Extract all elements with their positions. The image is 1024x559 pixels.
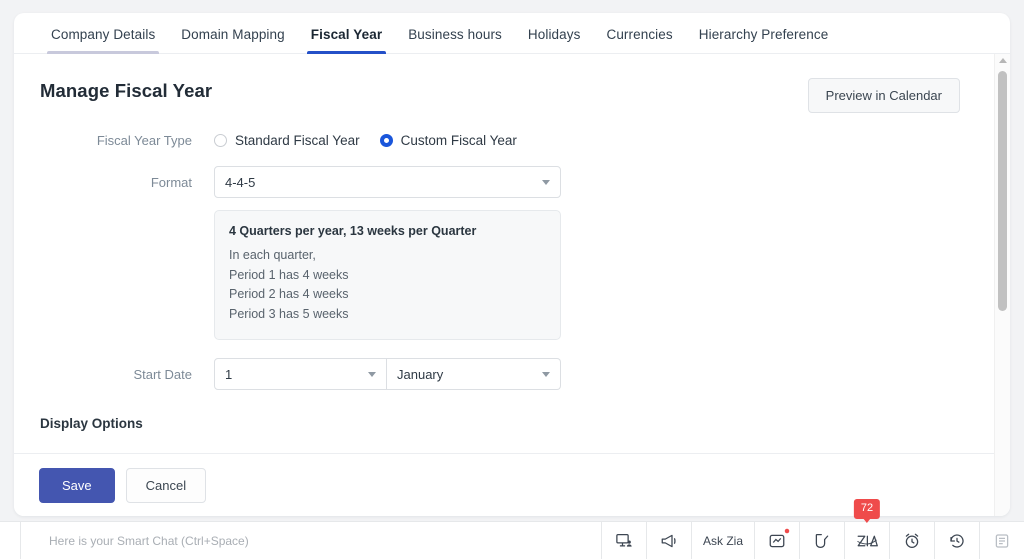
format-row: Format 4-4-5 (40, 166, 980, 198)
page-header: Manage Fiscal Year Preview in Calendar (40, 78, 980, 113)
archive-box-icon[interactable] (979, 522, 1024, 559)
radio-option-standard-fiscal-year[interactable]: Standard Fiscal Year (214, 133, 360, 148)
radio-circle-icon[interactable] (214, 134, 227, 147)
info-panel-line: Period 3 has 5 weeks (229, 306, 349, 321)
format-label: Format (150, 174, 192, 190)
tab-business-hours[interactable]: Business hours (395, 27, 515, 53)
start-date-day-value: 1 (225, 366, 233, 382)
preview-in-calendar-button[interactable]: Preview in Calendar (807, 78, 960, 113)
tab-hierarchy-preference[interactable]: Hierarchy Preference (686, 27, 842, 53)
format-info-wrap: 4 Quarters per year, 13 weeks per Quarte… (40, 210, 980, 340)
save-button[interactable]: Save (39, 467, 115, 503)
start-date-day-select[interactable]: 1 (214, 358, 387, 390)
tab-label: Business hours (408, 27, 502, 42)
radio-label: Custom Fiscal Year (400, 133, 517, 148)
ask-zia-button[interactable]: Ask Zia (691, 522, 754, 559)
tab-fiscal-year[interactable]: Fiscal Year (298, 27, 395, 54)
chevron-down-icon (542, 180, 550, 185)
display-options-title: Display Options (40, 416, 143, 431)
radio-label: Standard Fiscal Year (235, 133, 360, 148)
tab-label: Company Details (51, 27, 156, 42)
format-select[interactable]: 4-4-5 (214, 166, 561, 198)
tab-holidays[interactable]: Holidays (515, 27, 594, 53)
info-panel-title: 4 Quarters per year, 13 weeks per Quarte… (229, 224, 477, 238)
fiscal-year-type-radio-group: Standard Fiscal Year Custom Fiscal Year (214, 133, 537, 148)
start-date-month-value: January (397, 366, 444, 382)
scrollbar-thumb[interactable] (998, 71, 1007, 311)
tab-company-details[interactable]: Company Details (38, 27, 168, 54)
settings-tabs: Company Details Domain Mapping Fiscal Ye… (14, 13, 1010, 54)
notification-dot-icon (784, 528, 790, 534)
fiscal-year-form: Fiscal Year Type Standard Fiscal Year Cu… (40, 133, 980, 431)
zia-badge-count: 72 (853, 499, 881, 523)
settings-scroll-area: Manage Fiscal Year Preview in Calendar F… (14, 54, 1010, 452)
scroll-up-arrow-icon[interactable] (998, 58, 1007, 63)
tab-domain-mapping[interactable]: Domain Mapping (168, 27, 297, 53)
vertical-scrollbar[interactable] (994, 54, 1010, 516)
start-date-selects: 1 January (214, 358, 561, 390)
start-date-month-select[interactable]: January (387, 358, 561, 390)
bottom-toolbar: Here is your Smart Chat (Ctrl+Space) Ask… (0, 499, 1024, 559)
chart-note-icon[interactable] (754, 522, 799, 559)
megaphone-icon[interactable] (646, 522, 691, 559)
radio-option-custom-fiscal-year[interactable]: Custom Fiscal Year (379, 133, 517, 148)
chevron-down-icon (542, 372, 550, 377)
chevron-down-icon (368, 372, 376, 377)
smart-chat-input[interactable]: Here is your Smart Chat (Ctrl+Space) (20, 522, 601, 559)
format-select-value: 4-4-5 (225, 174, 256, 190)
tab-label: Domain Mapping (181, 27, 285, 42)
info-panel-line: In each quarter, (229, 248, 316, 262)
tab-label: Currencies (606, 27, 673, 42)
tab-label: Holidays (527, 27, 581, 42)
radio-circle-selected-icon[interactable] (379, 134, 393, 147)
page-title: Manage Fiscal Year (40, 80, 213, 101)
fiscal-year-type-row: Fiscal Year Type Standard Fiscal Year Cu… (40, 133, 980, 148)
fiscal-year-form-content: Manage Fiscal Year Preview in Calendar F… (14, 54, 1010, 431)
presentation-screen-icon[interactable] (601, 522, 646, 559)
history-clock-icon[interactable] (934, 522, 979, 559)
cancel-button[interactable]: Cancel (125, 467, 207, 503)
tab-label: Hierarchy Preference (698, 27, 829, 42)
info-panel-line: Period 1 has 4 weeks (229, 267, 349, 282)
start-date-row: Start Date 1 January (40, 358, 980, 390)
smart-chat-placeholder: Here is your Smart Chat (Ctrl+Space) (49, 533, 249, 548)
alarm-clock-icon[interactable] (889, 522, 934, 559)
tab-currencies[interactable]: Currencies (593, 27, 685, 53)
settings-card: Company Details Domain Mapping Fiscal Ye… (14, 13, 1010, 516)
format-info-panel: 4 Quarters per year, 13 weeks per Quarte… (214, 210, 561, 340)
info-panel-line: Period 2 has 4 weeks (229, 287, 349, 301)
zia-logo-icon[interactable]: 72 (844, 499, 889, 559)
tab-label: Fiscal Year (310, 27, 383, 42)
cursor-click-icon[interactable] (799, 522, 844, 559)
start-date-label: Start Date (133, 366, 192, 382)
bottom-toolbar-tools: Ask Zia 72 (601, 499, 1024, 559)
ask-zia-label: Ask Zia (702, 533, 743, 548)
fiscal-year-type-label: Fiscal Year Type (96, 133, 192, 148)
